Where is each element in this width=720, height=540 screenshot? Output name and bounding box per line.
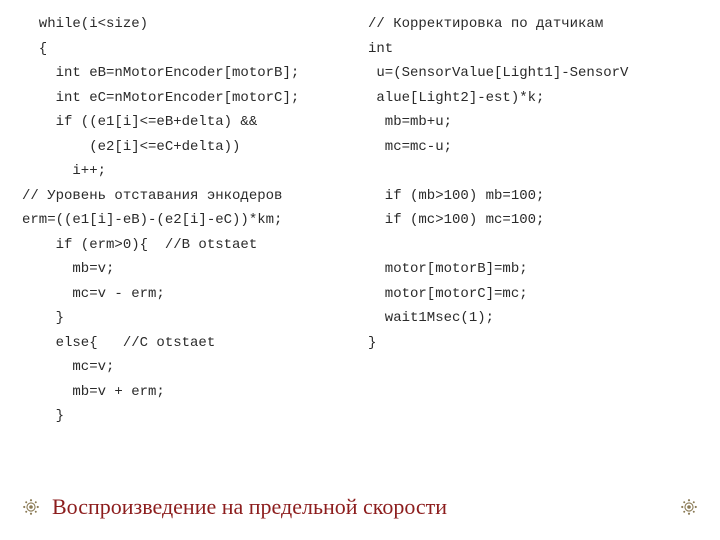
bullet-icon (22, 498, 40, 516)
code-left: while(i<size) { int eB=nMotorEncoder[mot… (22, 12, 360, 474)
code-right: // Корректировка по датчикам int u=(Sens… (360, 12, 698, 474)
slide-title: Воспроизведение на предельной скорости (40, 494, 680, 520)
code-columns: while(i<size) { int eB=nMotorEncoder[mot… (0, 0, 720, 474)
footer: Воспроизведение на предельной скорости (0, 494, 720, 520)
bullet-icon (680, 498, 698, 516)
